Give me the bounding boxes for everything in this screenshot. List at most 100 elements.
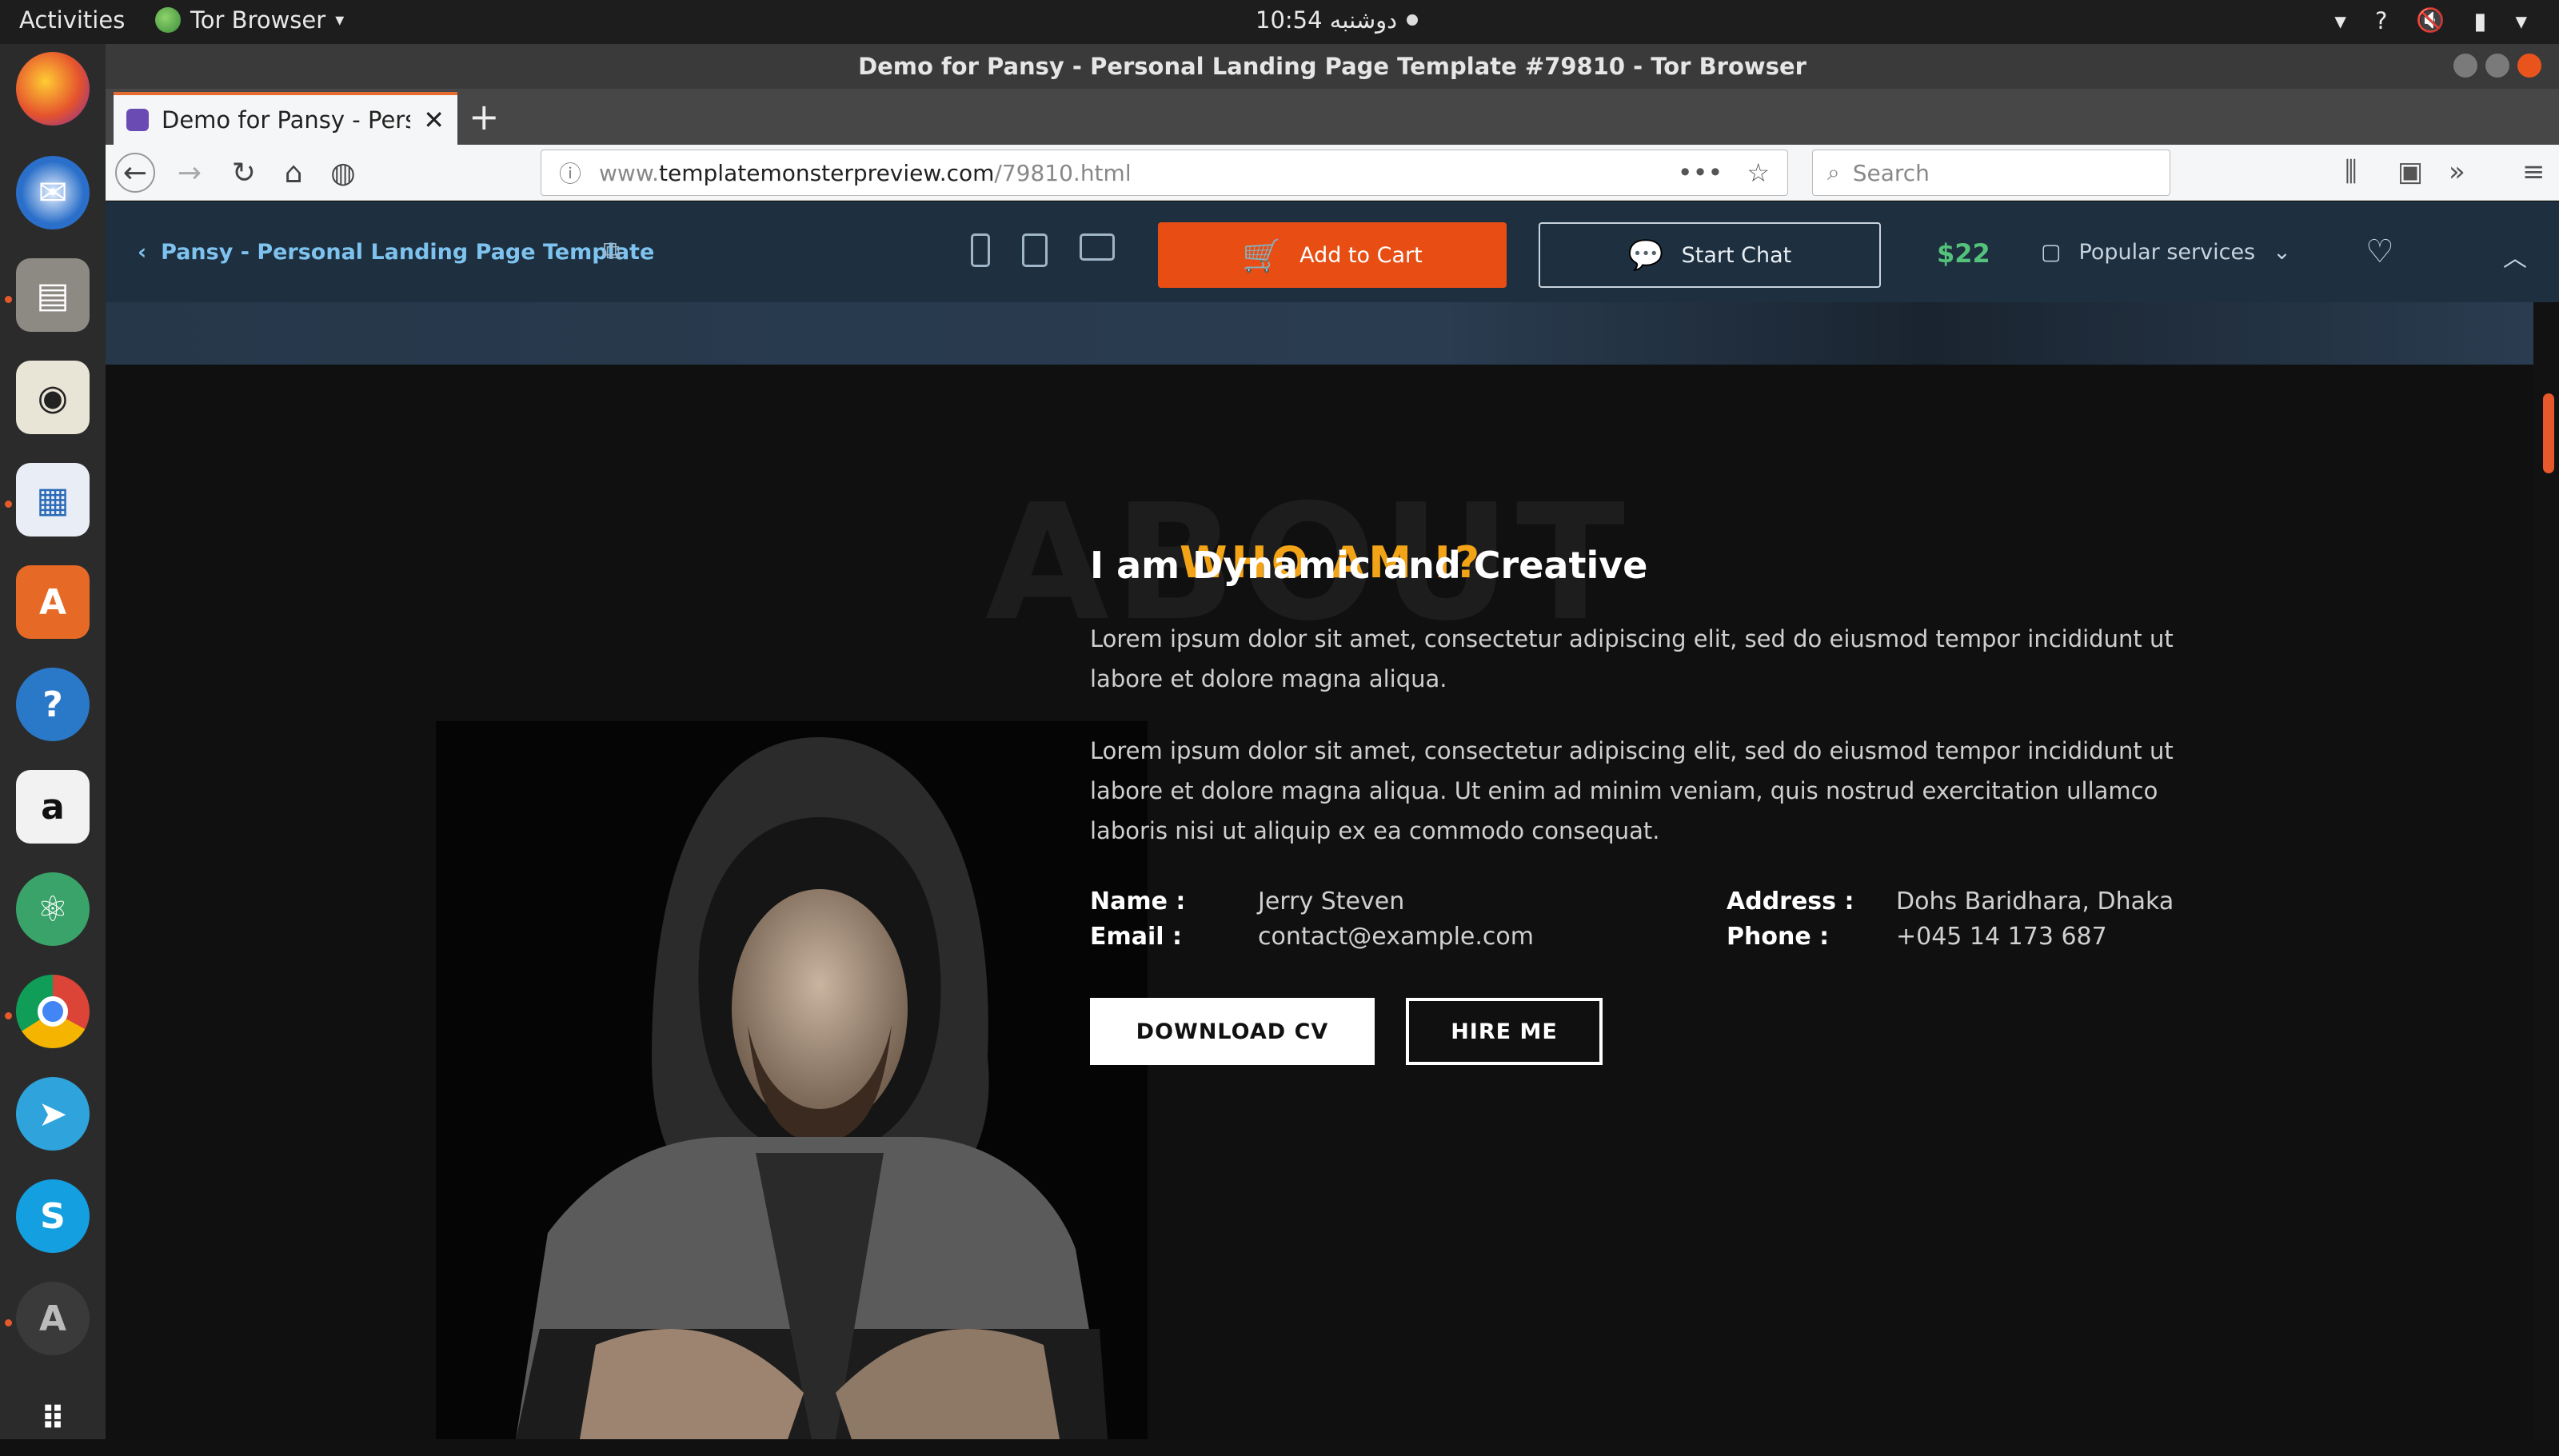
add-to-cart-button[interactable]: 🛒 Add to Cart [1158,222,1507,288]
help-icon[interactable]: ? [2375,7,2387,34]
search-bar[interactable]: ⌕ Search [1812,150,2170,196]
bookmark-star-icon[interactable]: ☆ [1747,158,1770,188]
telegram-icon[interactable]: ➤ [16,1077,90,1151]
add-to-cart-label: Add to Cart [1299,242,1423,268]
window-title: Demo for Pansy - Personal Landing Page T… [858,53,1806,80]
overflow-menu-icon[interactable]: » [2449,156,2465,188]
chevron-down-icon: ▾ [335,10,345,30]
reload-button[interactable]: ↻ [224,153,264,193]
chevron-left-icon: ‹ [138,240,147,265]
chevron-down-icon: ⌄ [2273,240,2291,265]
system-tray[interactable]: ▾ ? 🔇 ▮ ▾ [2334,6,2527,34]
address-value: Dohs Baridhara, Dhaka [1896,888,2174,915]
chevron-down-icon[interactable]: ▾ [2334,7,2346,34]
running-indicator [5,1012,12,1019]
hero-bottom-strip [106,302,2533,365]
chrome-icon[interactable] [16,975,90,1048]
page-actions-icon[interactable]: ••• [1678,158,1723,188]
app-grid-icon[interactable]: ⠿ [16,1382,90,1456]
cart-icon: 🛒 [1242,237,1283,274]
battery-icon[interactable]: ▮ [2473,7,2486,34]
close-icon[interactable] [2517,54,2541,78]
dock: ✉ ▤ ◉ ▦ A ? a ⚛ ➤ S A ⠿ [0,44,106,1439]
tor-onion-icon[interactable]: ◍ [323,153,363,193]
hamburger-menu-icon[interactable]: ≡ [2522,156,2545,188]
price: $22 [1937,238,1990,269]
app-menu[interactable]: Tor Browser ▾ [155,6,344,34]
search-icon: ⌕ [1827,159,1840,185]
template-name: Pansy - Personal Landing Page Template [161,240,655,265]
popular-services-label: Popular services [2078,240,2256,265]
running-indicator [5,501,12,508]
back-button[interactable]: ← [115,153,155,193]
heart-icon[interactable]: ♡ [2365,233,2394,270]
download-cv-button[interactable]: DOWNLOAD CV [1090,998,1375,1065]
info-icon[interactable]: ⓘ [559,157,581,189]
name-label: Name : [1090,888,1186,915]
name-value: Jerry Steven [1258,888,1405,915]
url-text: www.templatemonsterpreview.com/79810.htm… [599,159,1132,186]
amazon-icon[interactable]: a [16,770,90,844]
atom-icon[interactable]: ⚛ [16,872,90,946]
bag-icon: ▢ [2041,240,2062,265]
about-text-block: I am Dynamic and Creative Lorem ipsum do… [1090,544,2194,883]
browser-tab[interactable]: Demo for Pansy - Personal Landing Page T… [114,92,457,145]
running-indicator [5,1319,12,1326]
system-top-bar: Activities Tor Browser ▾ 10:54 دوشنبه ▾ … [0,0,2559,44]
files-icon[interactable]: ▤ [16,258,90,332]
volume-muted-icon[interactable]: 🔇 [2416,6,2445,34]
about-title: I am Dynamic and Creative [1090,544,1648,587]
updater-icon[interactable]: A [16,1282,90,1355]
thunderbird-icon[interactable]: ✉ [16,156,90,229]
home-button[interactable]: ⌂ [273,153,313,193]
email-value: contact@example.com [1258,923,1534,951]
rhythmbox-icon[interactable]: ◉ [16,361,90,434]
chevron-down-icon[interactable]: ▾ [2515,7,2527,34]
address-label: Address : [1727,888,1854,915]
phone-label: Phone : [1727,923,1830,951]
clock[interactable]: 10:54 دوشنبه [1256,6,1419,34]
navigation-toolbar: ← → ↻ ⌂ ◍ ⓘ www.templatemonsterpreview.c… [106,145,2559,201]
external-link-icon[interactable]: ⧉ [603,237,620,265]
minimize-icon[interactable] [2453,54,2477,78]
running-indicator [5,296,12,303]
software-center-icon[interactable]: A [16,565,90,639]
app-menu-label: Tor Browser [190,6,326,34]
window-titlebar: Demo for Pansy - Personal Landing Page T… [106,44,2559,89]
firefox-icon[interactable] [16,52,90,126]
email-label: Email : [1090,923,1183,951]
tab-strip: Demo for Pansy - Personal Landing Page T… [106,89,2559,145]
back-to-template-link[interactable]: ‹ Pansy - Personal Landing Page Template [138,240,654,265]
clock-label: 10:54 دوشنبه [1256,6,1398,34]
tab-title: Demo for Pansy - Personal Landing Page T… [162,106,410,134]
about-paragraph-2: Lorem ipsum dolor sit amet, consectetur … [1090,737,2174,844]
hooded-man-image [436,721,1148,1439]
new-tab-button[interactable]: + [469,95,500,138]
popular-services-dropdown[interactable]: ▢ Popular services ⌄ [2041,240,2291,265]
phone-value: +045 14 173 687 [1896,923,2107,951]
mobile-view-icon[interactable] [971,233,990,267]
close-tab-icon[interactable]: ✕ [423,105,445,135]
library-icon[interactable]: ⫼ [2345,156,2357,188]
desktop-view-icon[interactable] [1080,233,1115,261]
help-icon[interactable]: ? [16,668,90,741]
scrollbar-thumb[interactable] [2543,393,2554,473]
start-chat-label: Start Chat [1681,242,1792,268]
activities-button[interactable]: Activities [19,6,125,34]
skype-icon[interactable]: S [16,1179,90,1253]
maximize-icon[interactable] [2485,54,2509,78]
chevron-up-icon[interactable]: ︿ [2503,238,2527,273]
template-preview-bar: ‹ Pansy - Personal Landing Page Template… [106,201,2559,302]
search-placeholder: Search [1852,159,1930,186]
url-bar[interactable]: ⓘ www.templatemonsterpreview.com/79810.h… [541,150,1788,196]
chat-icon: 💬 [1627,239,1664,272]
tor-globe-icon [155,7,181,33]
tablet-view-icon[interactable] [1022,233,1048,267]
start-chat-button[interactable]: 💬 Start Chat [1539,222,1881,288]
writer-icon[interactable]: ▦ [16,463,90,537]
favicon-icon [126,109,149,131]
hire-me-button[interactable]: HIRE ME [1406,998,1603,1065]
extension-icon[interactable]: ▣ [2397,156,2423,188]
profile-photo [436,721,1148,1439]
forward-button[interactable]: → [170,153,210,193]
